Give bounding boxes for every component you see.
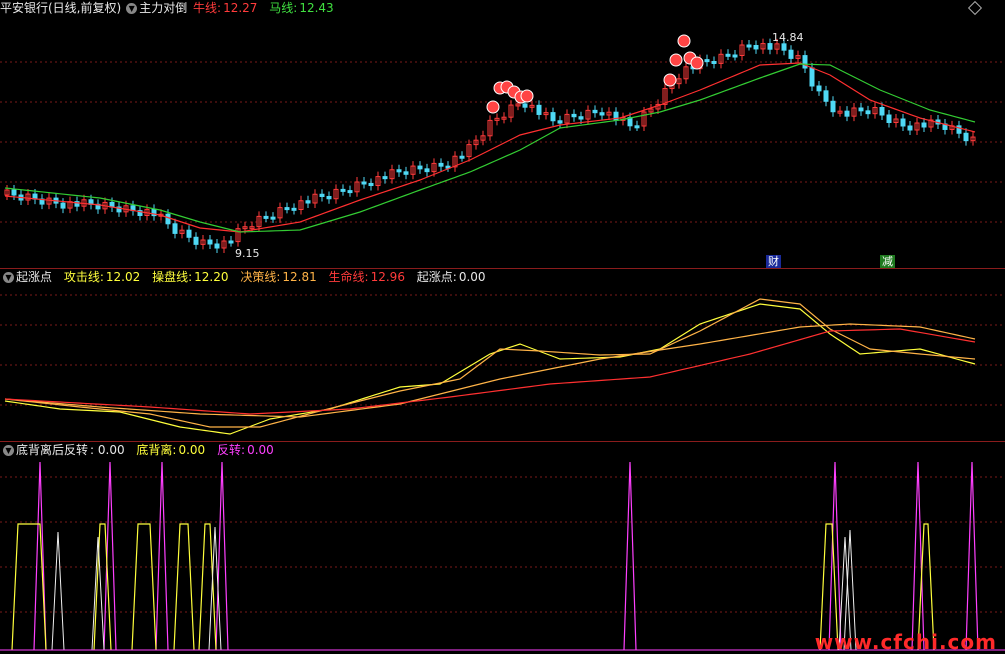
candle-body [270,216,276,220]
finance-tag[interactable]: 财 [766,255,781,268]
candle-body [816,85,822,92]
candle-body [522,103,528,108]
reversal-panel[interactable]: ▼ 底背离后反转: 0.00 底背离: 0.00 反转: 0.00 [0,442,1005,654]
candle-body [704,59,710,63]
candle-body [746,44,752,48]
candle-body [592,109,598,114]
reversal-spike [155,461,169,651]
candle-body [753,45,759,50]
candle-body [907,125,913,131]
candle-body [424,168,430,173]
candle-body [368,182,374,187]
caopan-line [4,298,976,428]
candle-body [823,90,829,102]
price-chart[interactable] [0,0,1005,268]
watermark: www.cfchi.com [814,630,997,654]
candle-body [725,53,731,57]
divergence-spike [51,531,65,651]
candle-body [886,114,892,123]
candle-body [403,171,409,175]
candle-body [263,215,269,219]
candle-body [900,118,906,127]
signal-ball-icon [669,53,683,67]
divergence-plateau [198,523,217,651]
candle-body [165,213,171,225]
candle-body [319,193,325,197]
divergence-plateau [131,523,157,651]
candle-body [382,176,388,180]
qizhang-panel[interactable]: ▼ 起涨点 攻击线: 12.02 操盘线: 12.20 决策线: 12.81 生命线: 1… [0,269,1005,441]
reversal-spike [965,461,979,651]
candle-body [830,100,836,113]
candle-body [809,67,815,87]
candle-body [858,107,864,112]
candle-body [186,229,192,238]
candle-body [963,132,969,142]
candle-body [536,104,542,115]
green-ma-line [4,63,976,233]
candle-body [578,116,584,120]
candle-body [396,169,402,173]
signal-ball-icon [690,56,704,70]
candle-body [214,243,220,249]
candle-body [438,162,444,167]
candle-body [60,202,66,209]
candle-body [634,125,640,129]
red-ma-line [4,62,976,233]
candle-body [844,110,850,117]
signal-ball-icon [486,100,500,114]
reversal-spike [215,461,229,651]
candle-body [711,61,717,64]
candle-body [557,120,563,124]
candle-body [347,190,353,194]
candle-body [340,188,346,192]
candle-body [550,112,556,122]
candle-body [193,236,199,245]
divergence-plateau [173,523,195,651]
qizhang-chart[interactable] [0,269,1005,441]
candle-body [284,207,290,211]
candle-body [459,155,465,159]
candle-body [326,196,332,200]
candle-body [417,165,423,170]
candle-body [291,207,297,211]
signal-ball-icon [520,89,534,103]
candle-body [599,112,605,116]
high-price-label: 14.84 [772,31,804,44]
candle-body [11,189,17,196]
candle-body [172,223,178,234]
candle-body [788,49,794,59]
candle-body [305,200,311,204]
candle-body [879,107,885,116]
candle-body [571,113,577,118]
candle-body [207,239,213,245]
reversal-spike [623,461,637,651]
reduce-tag[interactable]: 减 [880,255,895,268]
juece-line [4,323,976,418]
signal-ball-icon [663,73,677,87]
candle-body [361,181,367,185]
signal-ball-icon [677,34,691,48]
candle-body [865,110,871,115]
candle-body [767,43,773,50]
shengming-line [4,328,976,415]
candle-body [921,122,927,128]
price-panel[interactable]: 平安银行(日线,前复权) ▼ 主力对倒 牛线: 12.27 马线: 12.43 14.8… [0,0,1005,268]
candle-body [732,54,738,58]
low-price-label: 9.15 [235,247,260,260]
divergence-plateau [11,523,47,651]
reversal-spike [828,461,842,651]
candle-body [781,43,787,51]
candle-body [228,240,234,244]
reversal-chart[interactable] [0,442,1005,654]
